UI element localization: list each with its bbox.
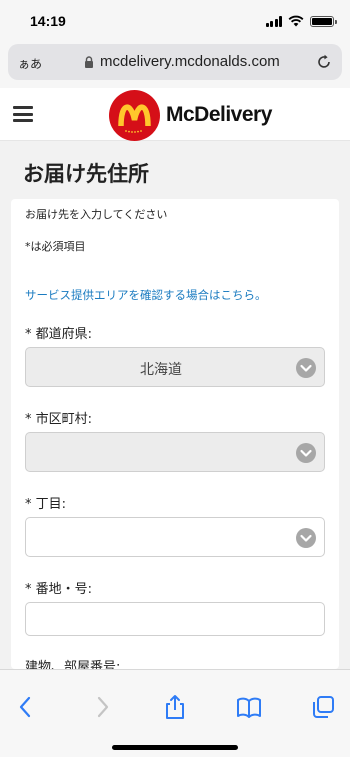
required-note: *は必須項目: [25, 240, 86, 253]
city-label: * 市区町村:: [25, 412, 93, 427]
address-bar[interactable]: ぁあ mcdelivery.mcdonalds.com: [8, 44, 342, 80]
service-area-link[interactable]: サービス提供エリアを確認する場合はこちら。: [25, 287, 267, 303]
chome-select[interactable]: [25, 517, 325, 557]
browser-url-area: ぁあ mcdelivery.mcdonalds.com: [0, 42, 350, 88]
tabs-icon[interactable]: [310, 694, 336, 720]
mcdonalds-logo[interactable]: [109, 90, 160, 141]
chevron-down-icon: [296, 443, 316, 463]
brand-name: McDelivery: [166, 103, 272, 126]
reload-icon[interactable]: [316, 54, 332, 70]
battery-icon: [310, 15, 337, 27]
prefecture-value: 北海道: [140, 362, 182, 378]
banchi-label: * 番地・号:: [25, 582, 93, 597]
site-header: McDelivery: [0, 88, 350, 141]
status-time: 14:19: [30, 13, 66, 29]
prefecture-label: * 都道府県:: [25, 327, 93, 342]
status-bar: 14:19: [0, 0, 350, 42]
browser-toolbar: [0, 669, 350, 757]
chome-label: * 丁目:: [25, 497, 67, 512]
signal-icon: [265, 15, 282, 27]
bookmarks-icon[interactable]: [236, 694, 262, 720]
url-text[interactable]: mcdelivery.mcdonalds.com: [100, 53, 280, 70]
lock-icon: [85, 56, 93, 68]
chevron-down-icon: [296, 358, 316, 378]
status-icons: [265, 14, 337, 28]
instruction-text: お届け先を入力してください: [25, 208, 168, 221]
prefecture-select[interactable]: 北海道: [25, 347, 325, 387]
home-indicator: [112, 745, 238, 750]
forward-icon[interactable]: [89, 694, 115, 720]
banchi-input[interactable]: [25, 602, 325, 636]
city-select[interactable]: [25, 432, 325, 472]
chevron-down-icon: [296, 528, 316, 548]
page-title: お届け先住所: [23, 162, 149, 186]
back-icon[interactable]: [13, 694, 39, 720]
text-size-button[interactable]: ぁあ: [18, 55, 42, 72]
building-label: 建物、部屋番号:: [25, 660, 121, 669]
golden-arches-icon: [118, 104, 151, 133]
menu-icon[interactable]: [13, 106, 33, 122]
address-form-card: お届け先を入力してください *は必須項目 サービス提供エリアを確認する場合はこち…: [11, 199, 339, 669]
share-icon[interactable]: [162, 694, 188, 720]
wifi-icon: [288, 15, 304, 27]
